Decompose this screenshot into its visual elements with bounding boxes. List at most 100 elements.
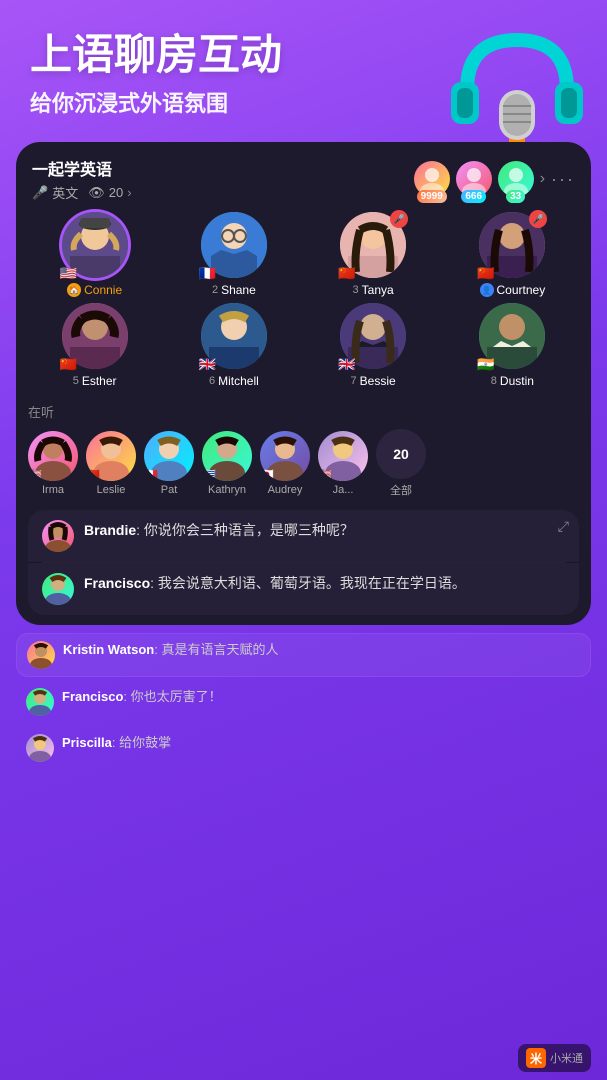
speaker-tanya[interactable]: 🎤 🇨🇳 3 Tanya [307, 212, 440, 297]
speaker-shane[interactable]: 🇫🇷 2 Shane [167, 212, 300, 297]
listeners-section: 在听 🇺🇸 Irma [16, 398, 591, 506]
listeners-row: 🇺🇸 Irma 🇨🇳 Leslie [28, 429, 579, 498]
flag-courtney: 🇨🇳 [477, 266, 494, 280]
chevron-right-icon: › [127, 185, 131, 200]
top-user-1[interactable]: 9999 [414, 161, 450, 197]
listener-kathryn[interactable]: 🇺🇾 Kathryn [202, 431, 252, 496]
chat-area: Brandie: 你说你会三种语言，是哪三种呢？ ⤢ Francisco: 我会… [28, 510, 579, 615]
listener-name-ja: Ja... [333, 484, 354, 496]
listener-avatar-leslie: 🇨🇳 [86, 431, 136, 481]
watermark-icon: 米 [526, 1048, 546, 1068]
listener-flag-kathryn: 🇺🇾 [202, 468, 216, 481]
speakers-row-2: 🇨🇳 5 Esther 🇬🇧 [16, 303, 591, 398]
bottom-msg-kristin: Kristin Watson: 真是有语言天赋的人 [16, 633, 591, 677]
speaker-bessie[interactable]: 🇬🇧 7 Bessie [307, 303, 440, 388]
main-card: 一起学英语 🎤 英文 👁 20 › 9999 [16, 142, 591, 625]
speaker-name-courtney: 👤 Courtney [480, 283, 546, 297]
listener-name-pat: Pat [161, 484, 178, 496]
listener-flag-ja: 🇺🇸 [318, 468, 332, 481]
host-badge-connie: 🏠 [67, 283, 81, 297]
speaker-avatar-esther: 🇨🇳 [62, 303, 128, 369]
speaker-avatar-tanya: 🎤 🇨🇳 [340, 212, 406, 278]
view-all-label[interactable]: 全部 [390, 482, 412, 498]
top-user-2[interactable]: 666 [456, 161, 492, 197]
flag-tanya: 🇨🇳 [338, 266, 355, 280]
mic-off-courtney: 🎤 [529, 210, 547, 228]
speaker-name-bessie: 7 Bessie [351, 374, 396, 388]
listener-avatar-ja: 🇺🇸 [318, 431, 368, 481]
bottom-msg-priscilla: Priscilla: 给你鼓掌 [16, 727, 591, 769]
room-top-users: 9999 666 33 › ··· [414, 161, 575, 197]
bottom-msg-francisco2: Francisco: 你也太厉害了！ [16, 681, 591, 723]
listener-name-audrey: Audrey [268, 484, 303, 496]
bottom-msg-avatar-kristin [27, 641, 55, 669]
listener-avatar-audrey: 🇯🇵 [260, 431, 310, 481]
speaker-dustin[interactable]: 🇮🇳 8 Dustin [446, 303, 579, 388]
top-user-badge-3: 33 [506, 190, 525, 203]
flag-esther: 🇨🇳 [60, 357, 77, 371]
watermark-text: 小米通 [550, 1050, 583, 1066]
listener-name-kathryn: Kathryn [208, 484, 246, 496]
more-options-icon[interactable]: ··· [551, 169, 575, 190]
top-user-badge-1: 9999 [417, 190, 447, 203]
speaker-name-connie: 🏠 Connie [67, 283, 122, 297]
listener-flag-pat: 🇫🇷 [144, 468, 158, 481]
listener-flag-leslie: 🇨🇳 [86, 468, 100, 481]
speaker-connie[interactable]: 🇺🇸 🏠 Connie [28, 212, 161, 297]
chat-text-brandie: Brandie: 你说你会三种语言，是哪三种呢？ [84, 520, 565, 541]
speaker-avatar-connie: 🇺🇸 [62, 212, 128, 278]
watermark: 米 小米通 [518, 1044, 591, 1072]
top-user-badge-2: 666 [461, 190, 486, 203]
speaker-name-mitchell: 6 Mitchell [209, 374, 259, 388]
listener-name-irma: Irma [42, 484, 64, 496]
bottom-msg-text-priscilla: Priscilla: 给你鼓掌 [62, 734, 171, 752]
listener-irma[interactable]: 🇺🇸 Irma [28, 431, 78, 496]
chat-text-francisco: Francisco: 我会说意大利语、葡萄牙语。我现在正在学日语。 [84, 573, 565, 594]
expand-users-icon[interactable]: › [540, 170, 545, 188]
listener-flag-irma: 🇺🇸 [28, 468, 42, 481]
bottom-messages: Kristin Watson: 真是有语言天赋的人 Francisco: 你也太… [16, 633, 591, 769]
listener-avatar-pat: 🇫🇷 [144, 431, 194, 481]
chat-content-brandie: Brandie: 你说你会三种语言，是哪三种呢？ [84, 520, 565, 541]
room-language: 🎤 英文 [32, 183, 78, 202]
room-info: 一起学英语 🎤 英文 👁 20 › [32, 156, 132, 202]
listener-pat[interactable]: 🇫🇷 Pat [144, 431, 194, 496]
speaker-esther[interactable]: 🇨🇳 5 Esther [28, 303, 161, 388]
speaker-name-shane: 2 Shane [212, 283, 256, 297]
listener-avatar-kathryn: 🇺🇾 [202, 431, 252, 481]
chat-content-francisco: Francisco: 我会说意大利语、葡萄牙语。我现在正在学日语。 [84, 573, 565, 594]
flag-shane: 🇫🇷 [199, 266, 216, 280]
listener-flag-audrey: 🇯🇵 [260, 468, 274, 481]
mic-off-tanya: 🎤 [390, 210, 408, 228]
speaker-mitchell[interactable]: 🇬🇧 6 Mitchell [167, 303, 300, 388]
listeners-label: 在听 [28, 402, 579, 421]
eye-icon: 👁 [88, 185, 105, 201]
flag-bessie: 🇬🇧 [338, 357, 355, 371]
speaker-avatar-mitchell: 🇬🇧 [201, 303, 267, 369]
listeners-count-group[interactable]: 20 全部 [376, 429, 426, 498]
room-viewers[interactable]: 👁 20 › [88, 185, 131, 201]
chat-message-brandie: Brandie: 你说你会三种语言，是哪三种呢？ ⤢ [28, 510, 579, 562]
listener-audrey[interactable]: 🇯🇵 Audrey [260, 431, 310, 496]
speaker-name-tanya: 3 Tanya [353, 283, 394, 297]
bottom-msg-avatar-priscilla [26, 734, 54, 762]
room-name: 一起学英语 [32, 156, 132, 180]
listener-ja[interactable]: 🇺🇸 Ja... [318, 431, 368, 496]
listeners-count-button[interactable]: 20 [376, 429, 426, 479]
speaker-courtney[interactable]: 🎤 🇨🇳 👤 Courtney [446, 212, 579, 297]
top-user-3[interactable]: 33 [498, 161, 534, 197]
chat-message-francisco: Francisco: 我会说意大利语、葡萄牙语。我现在正在学日语。 [28, 563, 579, 615]
listener-leslie[interactable]: 🇨🇳 Leslie [86, 431, 136, 496]
listener-avatar-irma: 🇺🇸 [28, 431, 78, 481]
mic-icon: 🎤 [32, 185, 48, 201]
chat-avatar-brandie [42, 520, 74, 552]
room-header: 一起学英语 🎤 英文 👁 20 › 9999 [16, 142, 591, 212]
room-meta: 🎤 英文 👁 20 › [32, 183, 132, 202]
bottom-msg-text-kristin: Kristin Watson: 真是有语言天赋的人 [63, 641, 278, 659]
chat-avatar-francisco [42, 573, 74, 605]
speaker-avatar-dustin: 🇮🇳 [479, 303, 545, 369]
speaker-name-dustin: 8 Dustin [491, 374, 534, 388]
expand-chat-icon[interactable]: ⤢ [558, 518, 569, 535]
speaker-avatar-bessie: 🇬🇧 [340, 303, 406, 369]
user-badge-courtney: 👤 [480, 283, 494, 297]
